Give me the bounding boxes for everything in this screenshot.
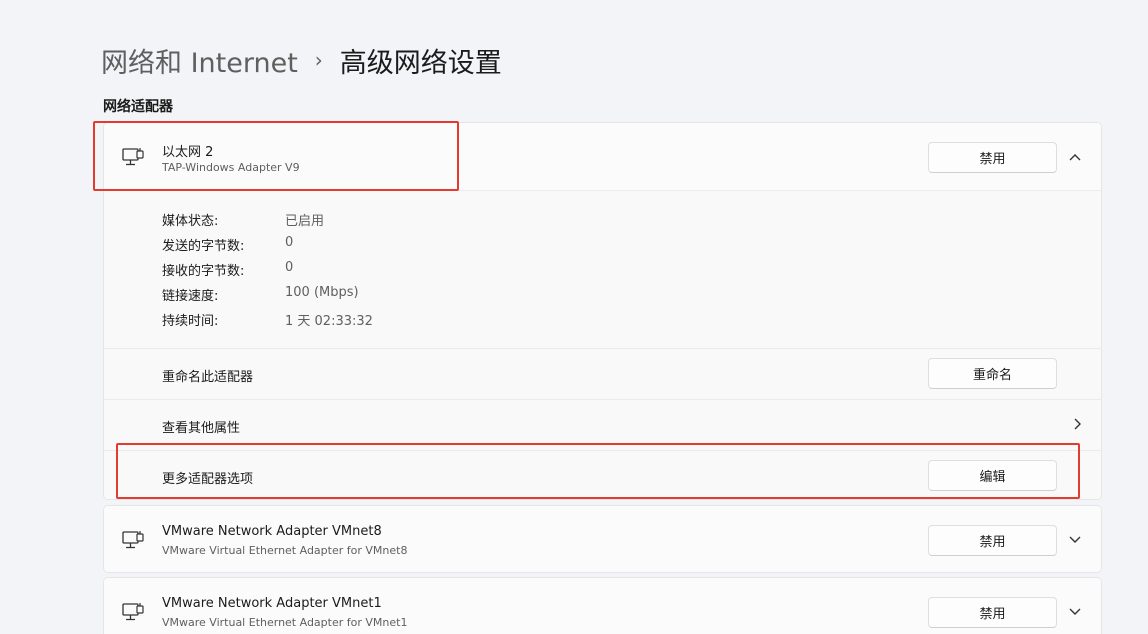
property-value: 0 [285, 260, 294, 275]
network-adapter-icon [122, 148, 144, 166]
property-row: 持续时间: 1 天 02:33:32 [162, 310, 373, 330]
disable-button[interactable]: 禁用 [928, 597, 1057, 628]
property-row: 接收的字节数: 0 [162, 260, 293, 280]
view-additional-properties-label: 查看其他属性 [162, 421, 241, 436]
more-adapter-options-row: 更多适配器选项 编辑 [104, 451, 1101, 499]
property-label: 链接速度: [162, 289, 219, 304]
network-adapter-icon [122, 603, 144, 621]
property-value: 1 天 02:33:32 [285, 314, 373, 329]
view-additional-properties-row[interactable]: 查看其他属性 [104, 400, 1101, 451]
adapter-description: VMware Virtual Ethernet Adapter for VMne… [162, 544, 408, 557]
adapter-header[interactable]: VMware Network Adapter VMnet1 VMware Vir… [104, 578, 1101, 634]
adapter-header[interactable]: VMware Network Adapter VMnet8 VMware Vir… [104, 506, 1101, 572]
adapter-description: TAP-Windows Adapter V9 [162, 161, 300, 174]
adapter-properties: 媒体状态: 已启用 发送的字节数: 0 接收的字节数: 0 链接速度: 100 … [104, 191, 1101, 349]
adapter-header[interactable]: 以太网 2 TAP-Windows Adapter V9 禁用 [104, 123, 1101, 191]
property-row: 发送的字节数: 0 [162, 235, 293, 255]
breadcrumb-separator-icon: › [314, 48, 323, 72]
property-label: 媒体状态: [162, 214, 219, 229]
property-value: 100 (Mbps) [285, 285, 359, 300]
section-title: 网络适配器 [103, 99, 173, 115]
property-value: 已启用 [285, 214, 325, 229]
adapter-card-ethernet-2: 以太网 2 TAP-Windows Adapter V9 禁用 媒体状态: 已启… [103, 122, 1102, 500]
chevron-down-icon[interactable] [1068, 605, 1082, 619]
edit-button[interactable]: 编辑 [928, 460, 1057, 491]
adapter-card-vmnet8: VMware Network Adapter VMnet8 VMware Vir… [103, 505, 1102, 573]
adapter-name: VMware Network Adapter VMnet1 [162, 596, 382, 611]
chevron-right-icon [1074, 418, 1081, 430]
chevron-up-icon[interactable] [1068, 150, 1082, 164]
disable-button[interactable]: 禁用 [928, 525, 1057, 556]
adapter-description: VMware Virtual Ethernet Adapter for VMne… [162, 616, 408, 629]
property-row: 链接速度: 100 (Mbps) [162, 285, 359, 305]
property-label: 接收的字节数: [162, 264, 245, 279]
property-row: 媒体状态: 已启用 [162, 210, 324, 230]
property-value: 0 [285, 235, 294, 250]
more-adapter-options-label: 更多适配器选项 [162, 472, 254, 487]
adapter-name: VMware Network Adapter VMnet8 [162, 524, 382, 539]
page-title: 高级网络设置 [339, 47, 502, 79]
rename-button[interactable]: 重命名 [928, 358, 1057, 389]
property-label: 持续时间: [162, 314, 219, 329]
adapter-card-vmnet1: VMware Network Adapter VMnet1 VMware Vir… [103, 577, 1102, 634]
chevron-down-icon[interactable] [1068, 533, 1082, 547]
rename-adapter-label: 重命名此适配器 [162, 370, 254, 385]
property-label: 发送的字节数: [162, 239, 245, 254]
advanced-network-settings-page: 网络和 Internet › 高级网络设置 网络适配器 以太网 2 TAP-Wi… [0, 0, 1148, 634]
breadcrumb-parent-link[interactable]: 网络和 Internet [101, 41, 298, 80]
rename-adapter-row: 重命名此适配器 重命名 [104, 349, 1101, 400]
breadcrumb: 网络和 Internet › 高级网络设置 [101, 40, 502, 80]
adapter-name: 以太网 2 [162, 145, 214, 160]
network-adapter-icon [122, 531, 144, 549]
disable-button[interactable]: 禁用 [928, 142, 1057, 173]
